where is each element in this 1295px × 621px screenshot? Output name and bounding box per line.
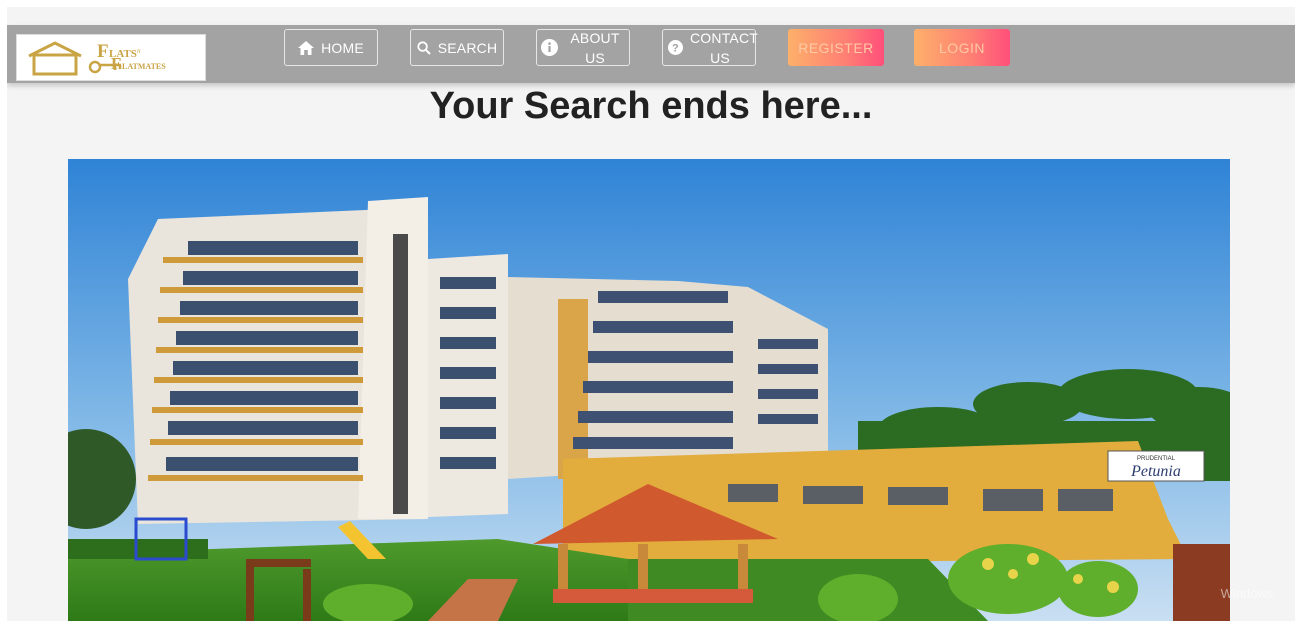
- contact-us-button[interactable]: ? CONTACT US: [662, 29, 759, 66]
- page-headline: Your Search ends here...: [429, 85, 873, 127]
- about-us-button[interactable]: ABOUT US: [536, 29, 630, 66]
- house-key-logo-icon: F LATS n F LATMATES: [28, 41, 166, 76]
- home-button[interactable]: HOME: [284, 29, 378, 66]
- hero-image: PRUDENTIAL Petunia: [68, 159, 1230, 621]
- info-icon: [541, 39, 558, 56]
- search-button[interactable]: SEARCH: [410, 29, 504, 66]
- about-us-label: ABOUT US: [570, 29, 620, 66]
- svg-text:LATMATES: LATMATES: [122, 62, 166, 71]
- page: F LATS n F LATMATES HOME SEARCH ABOUT US…: [7, 7, 1295, 621]
- search-label: SEARCH: [437, 39, 498, 56]
- site-logo[interactable]: F LATS n F LATMATES: [16, 34, 206, 81]
- svg-text:PRUDENTIAL: PRUDENTIAL: [1137, 456, 1176, 462]
- windows-activation-watermark: Windows.: [1220, 586, 1277, 601]
- search-icon: [417, 40, 431, 55]
- login-button[interactable]: LOGIN: [914, 29, 1010, 66]
- register-button[interactable]: REGISTER: [788, 29, 884, 66]
- svg-text:n: n: [137, 47, 141, 55]
- question-icon: ?: [668, 40, 683, 55]
- navbar: F LATS n F LATMATES HOME SEARCH ABOUT US…: [7, 25, 1295, 83]
- svg-text:F: F: [111, 54, 121, 73]
- svg-text:Petunia: Petunia: [1130, 463, 1181, 480]
- home-icon: [298, 40, 315, 55]
- contact-us-label: CONTACT US: [690, 29, 759, 66]
- home-label: HOME: [321, 39, 364, 56]
- svg-text:?: ?: [672, 43, 679, 55]
- svg-text:F: F: [97, 41, 109, 62]
